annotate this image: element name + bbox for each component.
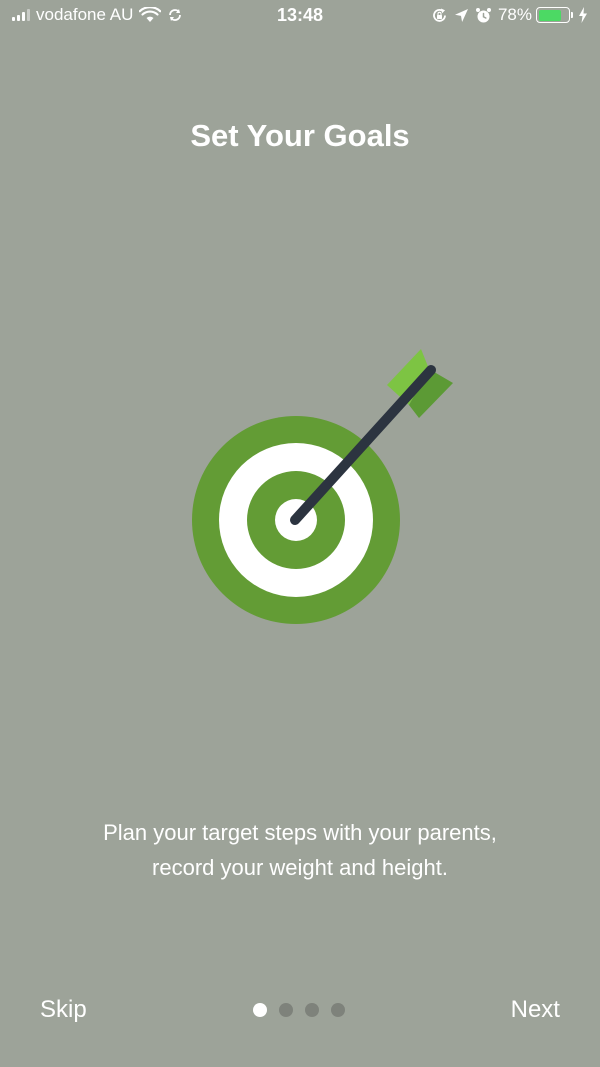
page-dot[interactable] [278,1003,293,1017]
signal-icon [12,9,30,21]
page-indicator [252,1003,345,1017]
description-line-1: Plan your target steps with your parents… [103,820,497,845]
onboarding-footer: Skip Next [0,985,600,1035]
description-line-2: record your weight and height. [152,855,448,880]
sync-icon [169,9,182,21]
alarm-icon [475,7,491,22]
status-left: vodafone AU [12,5,183,25]
battery-percent: 78% [497,5,532,24]
page-title: Set Your Goals [190,118,410,153]
rotation-lock-icon [433,8,446,22]
battery-icon [536,7,573,23]
charging-icon [579,7,587,23]
skip-button[interactable]: Skip [40,996,87,1024]
carrier-name: vodafone AU [36,5,134,24]
page-dot[interactable] [330,1003,345,1017]
battery-fill [538,9,562,21]
target-arrow-icon [185,345,465,635]
description: Plan your target steps with your parents… [0,815,600,885]
location-icon [454,8,468,22]
status-right: 78% [431,5,588,25]
battery-indicator: 78% [498,5,588,25]
next-button[interactable]: Next [511,996,560,1024]
page-dot[interactable] [252,1003,267,1017]
page-dot[interactable] [304,1003,319,1017]
status-bar: vodafone AU 13:48 78% [0,0,600,30]
wifi-icon [139,7,162,22]
